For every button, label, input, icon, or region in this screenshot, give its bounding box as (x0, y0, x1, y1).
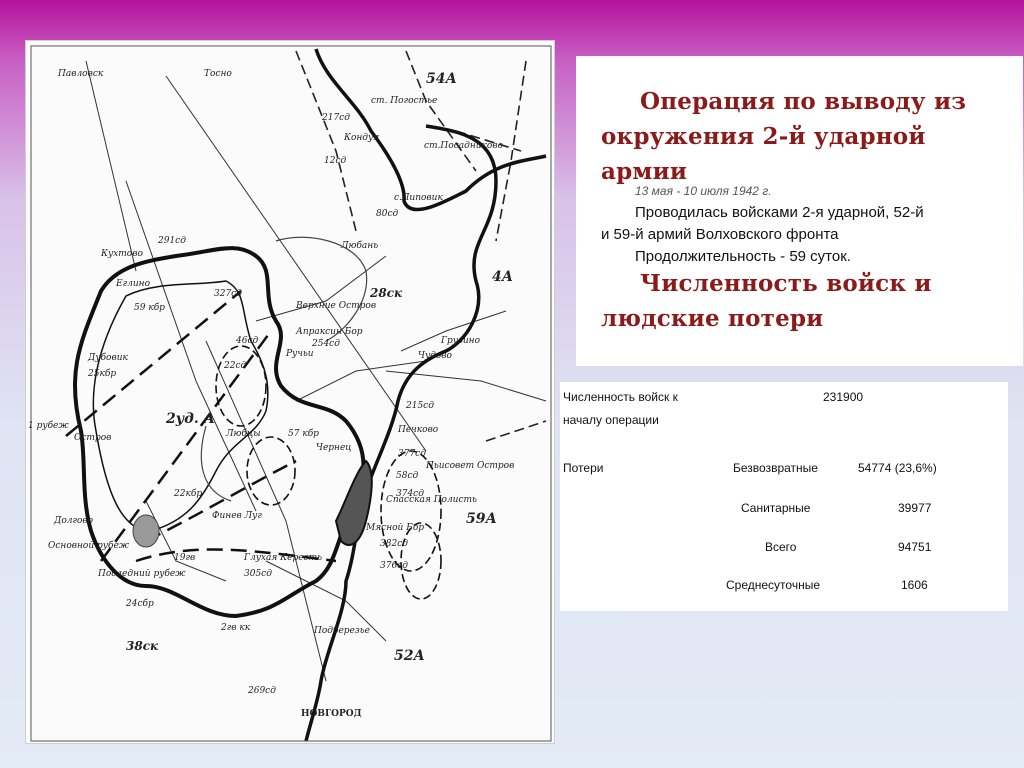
map-label: 254сд (312, 339, 340, 349)
map-label: 2гв кк (221, 623, 251, 633)
map-label: 38ск (126, 639, 159, 653)
railway-line (165, 75, 427, 452)
map-label: Основной рубеж (48, 541, 130, 551)
map-label: 52А (394, 648, 425, 664)
map-label: Тосно (204, 69, 232, 79)
map-label: Еглино (116, 279, 150, 289)
loss-value: 1606 (901, 578, 928, 592)
map-label: 46сд (236, 336, 259, 346)
strength-label-line-1: Численность войск к (563, 390, 678, 404)
map-label: ст. Погостье (371, 96, 438, 106)
strength-value: 231900 (823, 390, 864, 404)
title-panel: Операция по выводу из окружения 2-й удар… (576, 56, 1023, 366)
map-label: 22кбр (174, 489, 203, 499)
map-label: 291сд (158, 236, 186, 246)
strength-label-line-2: началу операции (563, 413, 659, 427)
map-label: Павловск (58, 69, 104, 79)
map-label: 54А (426, 71, 457, 87)
title-line-1: Операция по выводу из (640, 88, 967, 115)
map-label: Подберезье (314, 626, 371, 636)
map-label: 12сд (324, 156, 347, 166)
info-line-1: Проводилась войсками 2-я ударной, 52-й (635, 204, 924, 221)
map-label: 57 кбр (288, 429, 319, 439)
map-label: Печково (398, 425, 439, 435)
title-line-2: окружения 2-й ударной (601, 123, 926, 150)
loss-value: 39977 (898, 501, 932, 515)
map-label: 25кбр (88, 369, 117, 379)
map-label: Пьисовет Остров (426, 461, 515, 471)
map-label: 59А (466, 511, 497, 527)
map-label: 377сд (398, 449, 426, 459)
map-label-novgorod: НОВГОРОД (301, 709, 362, 719)
losses-table: Численность войск к началу операции 2319… (560, 382, 1008, 611)
map-label: 80сд (376, 209, 399, 219)
map-label: Финев Луг (212, 511, 262, 521)
map-label: Последний рубеж (98, 569, 186, 579)
map-label: Ручьи (286, 349, 314, 359)
map-label: Любцы (226, 429, 261, 439)
info-line-2: и 59-й армий Волховского фронта (601, 226, 839, 243)
map-label: Любань (341, 241, 379, 251)
operation-dates: 13 мая - 10 июля 1942 г. (635, 184, 772, 198)
loss-value: 54774 (23,6%) (858, 461, 937, 475)
map-label: 58сд (396, 471, 419, 481)
operation-map: Павловск Тосно 54А ст. Погостье 217сд Ко… (25, 40, 555, 744)
section-heading-2: людские потери (601, 305, 824, 332)
map-label: Грузино (441, 336, 480, 346)
map-label: ст.Посадниково (424, 141, 503, 151)
map-label: 1 рубеж (28, 421, 69, 431)
map-label: 215сд (406, 401, 434, 411)
map-label: Чудово (418, 351, 452, 361)
map-label: Спасская Полисть (386, 495, 477, 505)
map-label: 22сд (224, 361, 247, 371)
map-label: Кухтово (101, 249, 143, 259)
map-label: Остров (74, 433, 112, 443)
map-label: 382сд (380, 539, 408, 549)
section-heading-1: Численность войск и (640, 270, 932, 297)
map-label: Мясной Бор (366, 523, 425, 533)
map-label: 217сд (322, 113, 350, 123)
map-label: Апраксин Бор (296, 327, 363, 337)
lake (132, 514, 160, 548)
map-label: 2уд. А (166, 411, 215, 427)
map-label: 305сд (244, 569, 272, 579)
map-label: Верхние Остров (296, 301, 377, 311)
title-line-3: армии (601, 158, 688, 185)
map-label: Чернец (316, 443, 352, 453)
losses-label: Потери (563, 461, 604, 475)
map-label: Кондуя (344, 133, 380, 143)
map-label: Дубовик (88, 353, 128, 363)
map-label: с.Липовик (394, 193, 443, 203)
map-label: 376сд (380, 561, 408, 571)
map-label: 269сд (248, 686, 276, 696)
map-label: 28ск (370, 286, 403, 300)
map-label: 327сд (214, 289, 242, 299)
loss-type: Среднесуточные (726, 578, 821, 592)
map-label: Глухая Кересть (244, 553, 323, 563)
duration-line: Продолжительность - 59 суток. (635, 248, 851, 265)
loss-type: Безвозвратные (733, 461, 818, 475)
map-label: 59 кбр (134, 303, 165, 313)
loss-type: Санитарные (741, 501, 811, 515)
loss-type: Всего (765, 540, 797, 554)
map-label: 19гв (174, 553, 196, 563)
loss-value: 94751 (898, 540, 932, 554)
map-label: 4А (492, 269, 514, 285)
map-label: Долгово (54, 516, 94, 526)
map-label: 24сбр (126, 599, 154, 609)
